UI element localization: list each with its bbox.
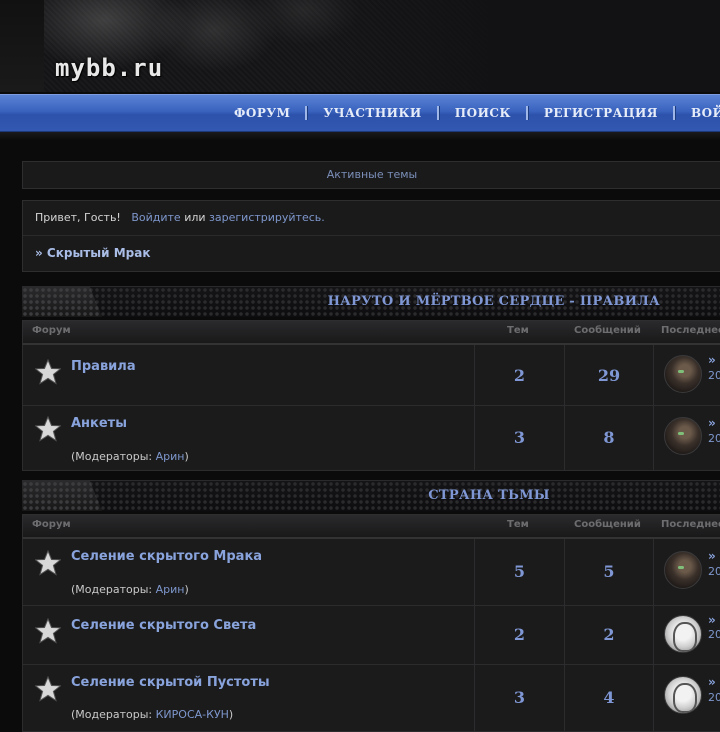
- avatar[interactable]: [664, 355, 702, 393]
- moderators-close: ): [184, 450, 189, 463]
- active-topics-label[interactable]: Активные темы: [327, 168, 418, 181]
- column-last-post: Последнее: [661, 325, 720, 336]
- topics-count: 3: [513, 688, 526, 707]
- moderator-link[interactable]: Арин: [156, 450, 185, 463]
- category-title[interactable]: СТРАНА ТЬМЫ: [322, 481, 656, 511]
- divider: [23, 235, 720, 236]
- topics-count: 5: [513, 562, 526, 581]
- star-icon: [35, 359, 61, 385]
- column-posts: Сообщений: [574, 519, 641, 530]
- table-header: Форум Тем Сообщений Последнее: [22, 514, 720, 539]
- forum-link[interactable]: Селение скрытого Мрака: [71, 549, 262, 564]
- nav-separator: [525, 106, 529, 120]
- category-header: СТРАНА ТЬМЫ: [22, 480, 720, 511]
- last-post-date: 20: [708, 628, 720, 641]
- star-icon: [35, 416, 61, 442]
- category-tab-decoration: [22, 287, 102, 317]
- nav-separator: [672, 106, 676, 120]
- moderators-line: (Модераторы: Арин): [71, 583, 189, 596]
- avatar[interactable]: [664, 551, 702, 589]
- avatar[interactable]: [664, 676, 702, 714]
- column-forum: Форум: [32, 325, 71, 336]
- nav-login[interactable]: ВОЙТИ: [691, 106, 720, 120]
- nav-search[interactable]: ПОИСК: [455, 106, 511, 120]
- forum-link[interactable]: Селение скрытой Пустоты: [71, 675, 270, 690]
- header-left-panel: [0, 0, 45, 92]
- nav-shadow: [0, 132, 720, 140]
- star-icon: [35, 550, 61, 576]
- last-post-link[interactable]: »: [708, 416, 716, 430]
- avatar[interactable]: [664, 615, 702, 653]
- nav-forum[interactable]: ФОРУМ: [234, 106, 290, 120]
- column-topics: Тем: [507, 519, 529, 530]
- forum-row: Правила 2 29 » 20: [22, 345, 720, 406]
- nav-separator: [436, 106, 440, 120]
- register-link[interactable]: зарегистрируйтесь.: [209, 211, 325, 224]
- last-post-date: 20: [708, 691, 720, 704]
- login-link[interactable]: Войдите: [131, 211, 180, 224]
- star-icon: [35, 618, 61, 644]
- topics-count: 2: [513, 366, 526, 385]
- posts-count: 5: [603, 562, 615, 581]
- moderators-line: (Модераторы: Арин): [71, 450, 189, 463]
- breadcrumb[interactable]: » Скрытый Мрак: [35, 246, 151, 260]
- last-post-link[interactable]: »: [708, 613, 716, 627]
- avatar[interactable]: [664, 417, 702, 455]
- forum-row: Селение скрытого Света 2 2 » 20: [22, 606, 720, 665]
- last-post-link[interactable]: »: [708, 675, 716, 689]
- posts-count: 8: [603, 428, 615, 447]
- column-topics: Тем: [507, 325, 529, 336]
- welcome-panel: Привет, Гость! Войдите или зарегистрируй…: [22, 200, 720, 272]
- forum-link[interactable]: Селение скрытого Света: [71, 618, 256, 633]
- moderator-link[interactable]: Арин: [156, 583, 185, 596]
- nav-register[interactable]: РЕГИСТРАЦИЯ: [544, 106, 658, 120]
- last-post-date: 20: [708, 369, 720, 382]
- posts-count: 29: [597, 366, 621, 385]
- or-text: или: [184, 211, 206, 224]
- welcome-text: Привет, Гость! Войдите или зарегистрируй…: [35, 211, 325, 224]
- column-last-post: Последнее: [661, 519, 720, 530]
- category-header: НАРУТО И МЁРТВОЕ СЕРДЦЕ - ПРАВИЛА: [22, 286, 720, 317]
- column-posts: Сообщений: [574, 325, 641, 336]
- topics-count: 2: [513, 625, 526, 644]
- forum-row: Селение скрытого Мрака (Модераторы: Арин…: [22, 539, 720, 606]
- site-logo[interactable]: mybb.ru: [55, 54, 163, 82]
- moderators-label: (Модераторы:: [71, 583, 156, 596]
- moderators-label: (Модераторы:: [71, 708, 156, 721]
- moderators-label: (Модераторы:: [71, 450, 156, 463]
- category-title[interactable]: НАРУТО И МЁРТВОЕ СЕРДЦЕ - ПРАВИЛА: [100, 287, 660, 317]
- moderators-line: (Модераторы: КИРОСА-КУН): [71, 708, 233, 721]
- active-topics-link[interactable]: Активные темы: [22, 161, 720, 189]
- site-header: mybb.ru: [0, 0, 720, 92]
- forum-row: Селение скрытой Пустоты (Модераторы: КИР…: [22, 665, 720, 732]
- forum-row: Анкеты (Модераторы: Арин) 3 8 » 20: [22, 406, 720, 471]
- last-post-date: 20: [708, 432, 720, 445]
- posts-count: 4: [603, 688, 615, 707]
- column-forum: Форум: [32, 519, 71, 530]
- category-tab-decoration: [22, 481, 102, 511]
- posts-count: 2: [603, 625, 615, 644]
- last-post-date: 20: [708, 565, 720, 578]
- forum-link[interactable]: Анкеты: [71, 416, 127, 431]
- star-icon: [35, 676, 61, 702]
- nav-separator: [305, 106, 309, 120]
- moderators-close: ): [228, 708, 234, 721]
- nav-members[interactable]: УЧАСТНИКИ: [323, 106, 421, 120]
- moderators-close: ): [184, 583, 189, 596]
- last-post-link[interactable]: »: [708, 353, 716, 367]
- table-header: Форум Тем Сообщений Последнее: [22, 320, 720, 345]
- topics-count: 3: [513, 428, 526, 447]
- last-post-link[interactable]: »: [708, 549, 716, 563]
- greeting: Привет, Гость!: [35, 211, 121, 224]
- forum-link[interactable]: Правила: [71, 359, 136, 374]
- moderator-link[interactable]: КИРОСА-КУН: [156, 708, 229, 721]
- main-navigation: ФОРУМ УЧАСТНИКИ ПОИСК РЕГИСТРАЦИЯ ВОЙТИ: [0, 94, 720, 133]
